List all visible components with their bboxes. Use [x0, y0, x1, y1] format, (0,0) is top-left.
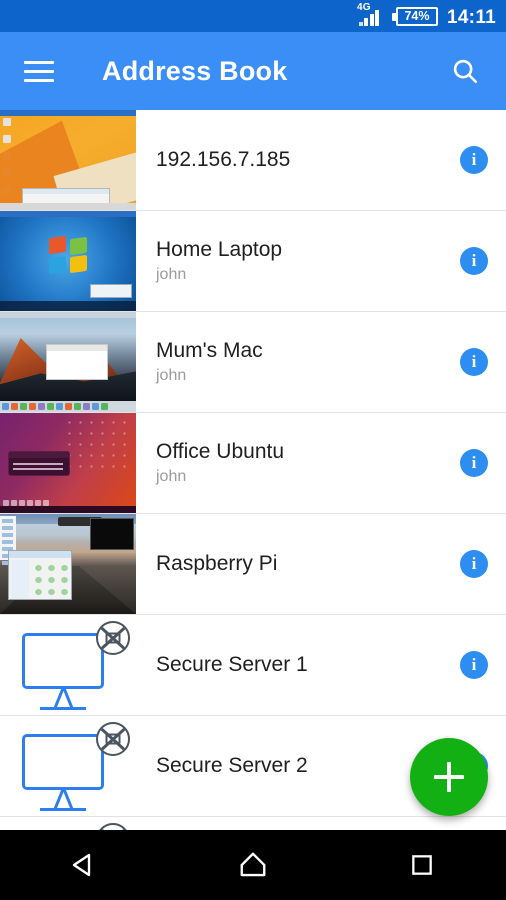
list-item-text: 192.156.7.185 [136, 147, 460, 172]
list-item-title: 192.156.7.185 [156, 148, 291, 172]
info-icon[interactable] [460, 651, 488, 679]
macos-el-capitan-desktop-screenshot [0, 312, 136, 412]
page-title: Address Book [102, 55, 288, 86]
windows-orange-desktop-screenshot [0, 110, 136, 210]
hamburger-menu-icon[interactable] [10, 42, 68, 100]
monitor-icon [22, 633, 104, 689]
raspberry-pi-desktop-screenshot [0, 514, 136, 614]
info-icon[interactable] [460, 247, 488, 275]
info-icon[interactable] [460, 348, 488, 376]
list-item-text: Secure Server 1 [136, 652, 460, 677]
list-item-subtitle: john [156, 265, 187, 283]
back-triangle-icon[interactable] [49, 840, 119, 890]
battery-icon: 74% [391, 7, 438, 26]
no-screenshot-monitor-placeholder [0, 716, 136, 816]
recents-square-icon[interactable] [387, 840, 457, 890]
signal-strength-icon: 4G [353, 3, 387, 28]
battery-body: 74% [395, 7, 438, 26]
list-item-title: Mum's Mac [156, 338, 263, 362]
app-screen: 4G 74% 14:11 Address Book 192.156.7.185 … [0, 0, 506, 900]
signal-bars [358, 10, 380, 26]
list-item[interactable]: Raspberry Pi [0, 514, 506, 615]
list-item-subtitle: john [156, 366, 187, 384]
status-bar-right-group: 4G 74% 14:11 [353, 3, 496, 28]
no-screenshot-monitor-placeholder [0, 817, 136, 830]
search-icon[interactable] [440, 46, 490, 96]
android-navigation-bar [0, 830, 506, 900]
list-item[interactable]: Secure Server 1 [0, 615, 506, 716]
list-item[interactable]: Office Ubuntu john [0, 413, 506, 514]
no-screenshot-badge-icon [96, 621, 130, 655]
list-item-title: Raspberry Pi [156, 552, 278, 576]
battery-percent-label: 74% [404, 9, 430, 24]
list-item-subtitle: john [156, 467, 187, 485]
address-book-list[interactable]: 192.156.7.185 Home Laptop john [0, 110, 506, 830]
ubuntu-desktop-screenshot [0, 413, 136, 513]
info-icon[interactable] [460, 449, 488, 477]
clock-label: 14:11 [446, 7, 496, 28]
windows-7-desktop-screenshot [0, 211, 136, 311]
list-item-text: Raspberry Pi [136, 551, 460, 576]
list-item[interactable] [0, 817, 506, 830]
no-screenshot-badge-icon [96, 823, 130, 830]
list-item-title: Office Ubuntu [156, 439, 285, 463]
list-item-text: Mum's Mac john [136, 338, 460, 387]
no-screenshot-monitor-placeholder [0, 615, 136, 715]
list-item[interactable]: Home Laptop john [0, 211, 506, 312]
list-item[interactable]: 192.156.7.185 [0, 110, 506, 211]
battery-nub [391, 12, 396, 21]
no-screenshot-badge-icon [96, 722, 130, 756]
list-item[interactable]: Mum's Mac john [0, 312, 506, 413]
list-item-title: Secure Server 1 [156, 653, 308, 677]
list-item-title: Home Laptop [156, 237, 283, 261]
home-icon[interactable] [218, 840, 288, 890]
status-bar: 4G 74% 14:11 [0, 0, 506, 32]
list-item-text: Home Laptop john [136, 237, 460, 286]
app-bar: Address Book [0, 32, 506, 110]
info-icon[interactable] [460, 550, 488, 578]
add-connection-fab[interactable] [410, 738, 488, 816]
list-item-text: Office Ubuntu john [136, 439, 460, 488]
info-icon[interactable] [460, 146, 488, 174]
monitor-icon [22, 734, 104, 790]
plus-icon [433, 761, 465, 793]
